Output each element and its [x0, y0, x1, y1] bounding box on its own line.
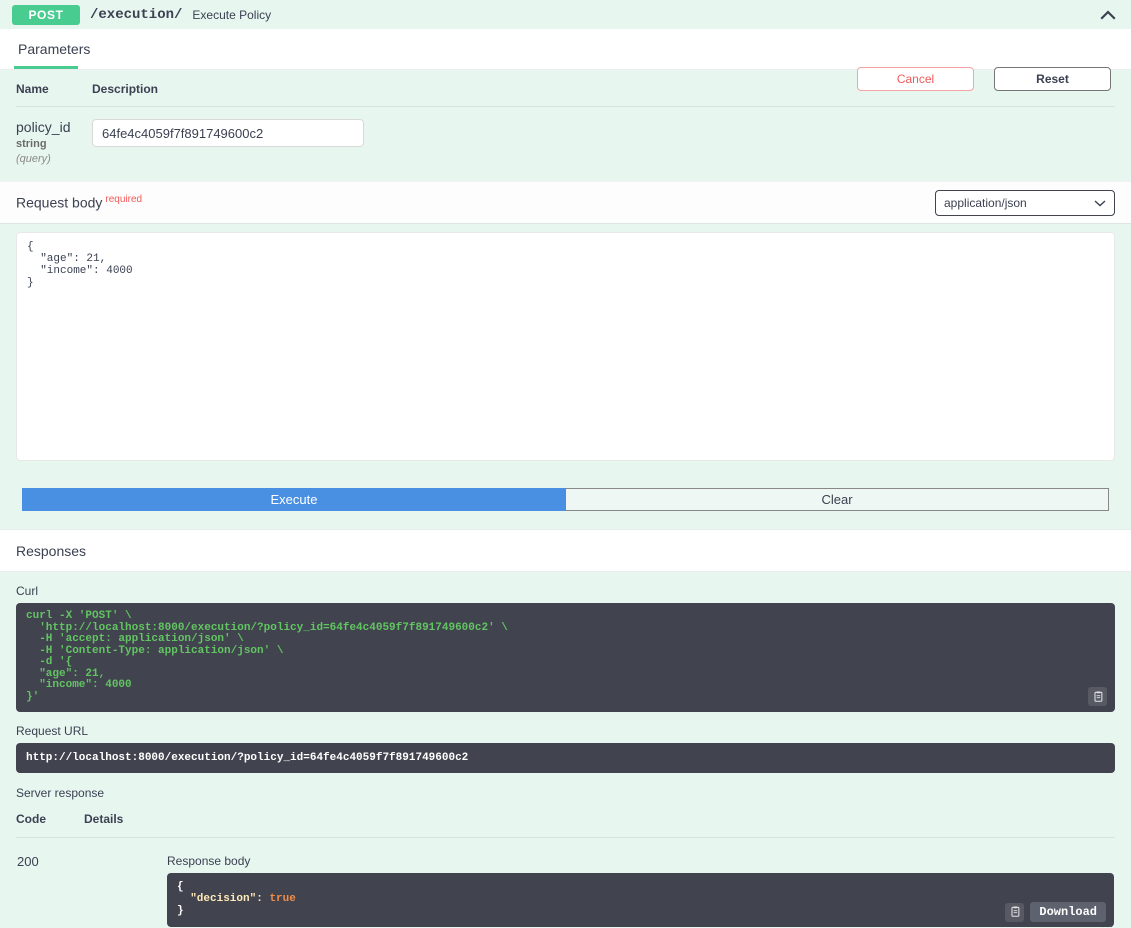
- response-json-close: }: [177, 905, 184, 917]
- request-body-label: Request body required: [16, 194, 142, 211]
- response-json-open: {: [177, 881, 184, 893]
- responses-header: Responses: [0, 529, 1131, 572]
- responses-title: Responses: [16, 542, 87, 559]
- request-body-title: Request body: [16, 194, 103, 211]
- content-type-value: application/json: [944, 196, 1027, 210]
- reset-button[interactable]: Reset: [994, 67, 1111, 91]
- execute-button[interactable]: Execute: [22, 488, 566, 511]
- server-response-label: Server response: [16, 786, 105, 800]
- column-header-details: Details: [84, 812, 1115, 838]
- operation-path: /execution/: [90, 6, 183, 23]
- response-body-label: Response body: [167, 854, 251, 868]
- table-row: 200 Response body { "decision": true } D…: [16, 838, 1115, 928]
- curl-label: Curl: [16, 584, 39, 598]
- curl-command-text: curl -X 'POST' \ 'http://localhost:8000/…: [26, 610, 508, 703]
- response-body-actions: Download: [1005, 902, 1106, 922]
- response-body-block: { "decision": true } Download: [167, 873, 1114, 927]
- parameter-type: string: [16, 138, 47, 150]
- execute-actions: Execute Clear: [0, 466, 1131, 529]
- column-header-code: Code: [16, 812, 84, 838]
- response-details-inner: Response body { "decision": true } Downl…: [84, 854, 1114, 927]
- operation-body: Parameters Cancel Reset Name Description: [0, 29, 1131, 928]
- cancel-button[interactable]: Cancel: [857, 67, 974, 91]
- column-header-name: Name: [16, 70, 92, 107]
- policy-id-input[interactable]: [92, 119, 364, 147]
- required-badge: required: [105, 194, 143, 206]
- operation-summary-header[interactable]: POST /execution/ Execute Policy: [0, 0, 1131, 29]
- copy-to-clipboard-icon[interactable]: [1088, 687, 1107, 706]
- parameter-location: (query): [16, 153, 51, 165]
- content-type-select[interactable]: application/json: [935, 190, 1115, 216]
- parameter-meta-cell: policy_id string (query): [16, 107, 92, 182]
- response-status-code: 200: [17, 854, 39, 869]
- table-row: policy_id string (query): [16, 107, 1115, 182]
- request-body-editor-wrap: { "age": 21, "income": 4000 }: [0, 224, 1131, 928]
- tab-active-indicator: [14, 66, 78, 69]
- copy-to-clipboard-icon[interactable]: [1005, 902, 1025, 922]
- response-json-key: "decision":: [190, 893, 263, 905]
- responses-table-header-row: Code Details: [16, 812, 1115, 838]
- tab-bar: Parameters: [0, 29, 1131, 69]
- response-json-value: true: [269, 893, 296, 905]
- header-action-buttons: Cancel Reset: [857, 67, 1111, 91]
- tab-parameters[interactable]: Parameters: [14, 31, 94, 68]
- responses-body: Curl curl -X 'POST' \ 'http://localhost:…: [0, 572, 1131, 928]
- request-url-block: http://localhost:8000/execution/?policy_…: [16, 743, 1115, 773]
- chevron-up-icon[interactable]: [1097, 4, 1119, 26]
- parameter-input-cell: [92, 107, 1115, 182]
- http-method-badge: POST: [12, 4, 80, 25]
- curl-command-block: curl -X 'POST' \ 'http://localhost:8000/…: [16, 603, 1115, 712]
- chevron-down-icon: [1094, 196, 1106, 210]
- parameter-name: policy_id: [16, 119, 71, 135]
- request-url-label: Request URL: [16, 724, 89, 738]
- request-body-textarea[interactable]: { "age": 21, "income": 4000 }: [16, 232, 1115, 461]
- response-details-cell: Response body { "decision": true } Downl…: [84, 838, 1115, 928]
- request-body-header: Request body required application/json: [0, 181, 1131, 224]
- operation-summary-text: Execute Policy: [192, 7, 272, 22]
- clear-button[interactable]: Clear: [566, 488, 1109, 511]
- responses-table: Code Details 200 Response body { "decisi…: [16, 812, 1115, 928]
- operation-block: POST /execution/ Execute Policy Paramete…: [0, 0, 1131, 928]
- download-button[interactable]: Download: [1030, 902, 1106, 922]
